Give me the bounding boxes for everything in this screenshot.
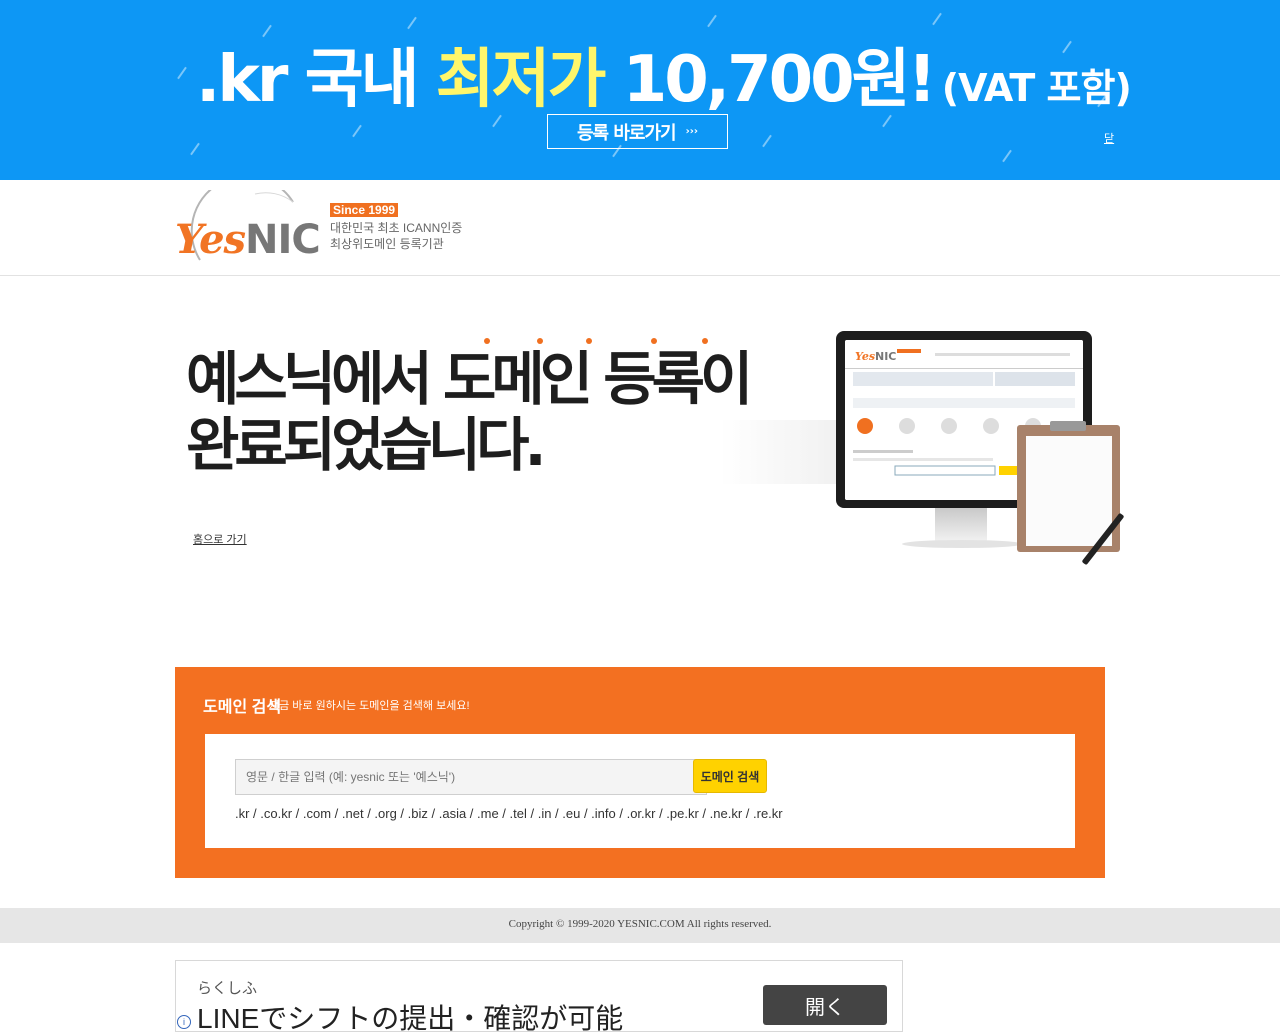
svg-text:Yes: Yes bbox=[855, 350, 875, 363]
site-footer: Copyright © 1999-2020 YESNIC.COM All rig… bbox=[0, 908, 1280, 943]
search-box: 도메인 검색 .kr / .co.kr / .com / .net / .org… bbox=[205, 734, 1075, 848]
chevron-right-icon: ››› bbox=[685, 126, 698, 137]
promo-banner[interactable]: .kr 국내 최저가 10,700원! (VAT 포함) 등록 바로가기 ››› … bbox=[0, 0, 1280, 180]
home-link[interactable]: 홈으로 가기 bbox=[193, 531, 247, 547]
tld-list: .kr / .co.kr / .com / .net / .org / .biz… bbox=[235, 806, 783, 821]
promo-price: 10,700원! bbox=[603, 43, 937, 117]
promo-highlight: 최저가 bbox=[435, 43, 607, 117]
domain-search-input[interactable] bbox=[235, 759, 707, 795]
domain-search-panel: 도메인 검색 지금 바로 원하시는 도메인을 검색해 보세요! 도메인 검색 .… bbox=[175, 667, 1105, 878]
register-now-label: 등록 바로가기 bbox=[576, 122, 677, 144]
advertisement[interactable]: らくしふ LINEでシフトの提出・確認が可能 開く i bbox=[175, 960, 903, 1032]
since-badge: Since 1999 bbox=[330, 203, 399, 217]
close-promo-link[interactable]: 닫 bbox=[1104, 130, 1114, 146]
copyright-text: Copyright © 1999-2020 YESNIC.COM All rig… bbox=[508, 918, 772, 930]
completion-title: 예스닉에서 도메인 등록이 완료되었습니다. bbox=[186, 345, 753, 479]
tagline: 대한민국 최초 ICANN인증 최상위도메인 등록기관 bbox=[330, 220, 462, 252]
domain-search-button[interactable]: 도메인 검색 bbox=[693, 759, 767, 793]
logo-yes-text: Yes bbox=[175, 216, 246, 263]
register-now-button[interactable]: 등록 바로가기 ››› bbox=[547, 114, 728, 149]
promo-text-part1: .kr 국내 bbox=[196, 43, 436, 117]
monitor-base bbox=[902, 540, 1022, 548]
logo-nic-text: NIC bbox=[245, 217, 321, 263]
promo-headline: .kr 국내 최저가 10,700원! (VAT 포함) bbox=[196, 28, 1132, 120]
tagline-line2: 최상위도메인 등록기관 bbox=[330, 237, 444, 251]
ad-info-icon[interactable]: i bbox=[177, 1015, 191, 1029]
completion-title-line1: 예스닉에서 도메인 등록이 bbox=[186, 345, 753, 413]
tagline-line1: 대한민국 최초 ICANN인증 bbox=[330, 221, 463, 235]
svg-text:NIC: NIC bbox=[875, 350, 896, 363]
site-header: YesNIC Since 1999 대한민국 최초 ICANN인증 최상위도메인… bbox=[0, 180, 1280, 276]
ad-open-button[interactable]: 開く bbox=[763, 985, 887, 1025]
completion-title-line2: 완료되었습니다. bbox=[186, 411, 547, 479]
ad-headline: LINEでシフトの提出・確認が可能 bbox=[197, 1003, 624, 1032]
search-subtitle: 지금 바로 원하시는 도메인을 검색해 보세요! bbox=[269, 700, 470, 712]
monitor-stand bbox=[935, 508, 987, 542]
promo-vat: (VAT 포함) bbox=[941, 66, 1132, 110]
yesnic-logo[interactable]: YesNIC bbox=[175, 190, 325, 272]
ad-brand: らくしふ bbox=[197, 980, 258, 997]
